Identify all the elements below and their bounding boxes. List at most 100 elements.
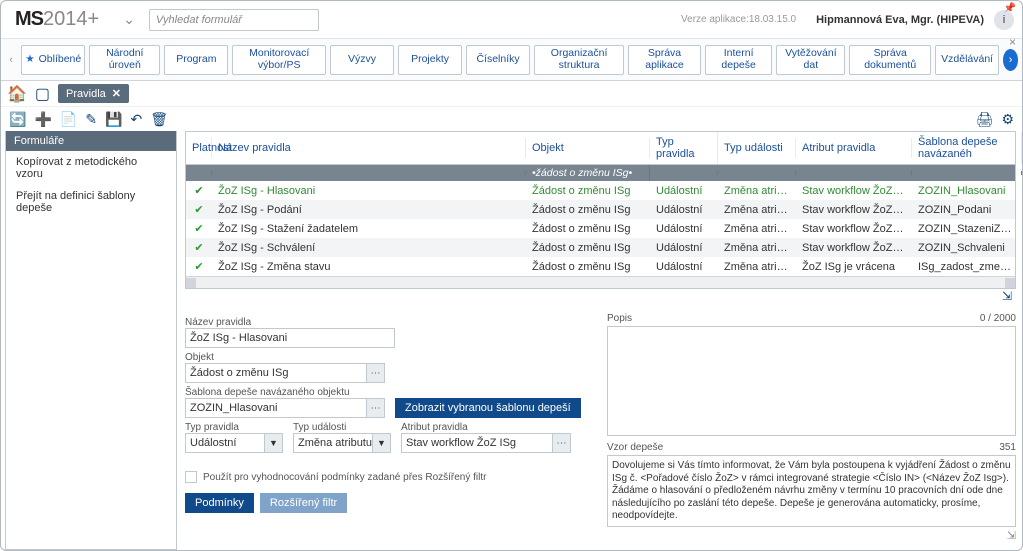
cell-sablona: ZOZIN_Hlasovani (912, 182, 1022, 200)
gear-icon[interactable]: ⚙ (1001, 111, 1014, 128)
expand-down-icon[interactable]: ⇲ (607, 529, 1016, 542)
field-typ-udalosti[interactable]: Změna atributu▼ (293, 433, 391, 453)
save-icon[interactable]: 💾 (105, 111, 122, 128)
app-logo: MS2014+ (15, 8, 99, 31)
sidebar-item-prejit[interactable]: Přejít na definici šablony depeše (6, 185, 176, 219)
grid-header-row: Platnost Název pravidla Objekt Typ pravi… (186, 132, 1015, 165)
field-objekt[interactable]: Žádost o změnu ISg⋯ (185, 363, 385, 383)
grid-body: ✔ŽoZ ISg - HlasovaniŽádost o změnu ISgUd… (186, 181, 1015, 276)
breadcrumb-bar: 🏠 ▢ Pravidla ✕ (1, 81, 1022, 107)
ribbon-tab-program[interactable]: Program (164, 45, 228, 75)
new-doc-icon[interactable]: ▢ (35, 84, 50, 104)
search-input[interactable]: Vyhledat formulář (149, 9, 319, 31)
ribbon-tab-sprava-dokumentu[interactable]: Správa dokumentů (849, 45, 931, 75)
col-nazev[interactable]: Název pravidla (212, 138, 526, 158)
pin-icon[interactable]: 📌 (1004, 3, 1016, 14)
grid-filter-row[interactable]: •žádost o změnu ISg• (186, 165, 1015, 181)
field-vzor-depese[interactable]: Dovolujeme si Vás tímto informovat, že V… (607, 455, 1016, 527)
ribbon-tab-ciselniky[interactable]: Číselníky (466, 45, 530, 75)
ribbon-tab-organizacni[interactable]: Organizační struktura (534, 45, 624, 75)
ribbon-tab-vytezovani[interactable]: Vytěžování dat (776, 45, 845, 75)
ribbon-tab-interni-depese[interactable]: Interní depeše (705, 45, 773, 75)
grid-expand-icon[interactable]: ⇲ (185, 289, 1016, 303)
label-nazev: Název pravidla (185, 317, 595, 328)
grid-horizontal-scrollbar[interactable] (186, 276, 1015, 288)
table-row[interactable]: ✔ŽoZ ISg - SchváleníŽádost o změnu ISgUd… (186, 238, 1015, 257)
undo-icon[interactable]: ↶ (130, 111, 142, 128)
delete-icon[interactable]: 🗑 (150, 111, 168, 128)
field-typ-pravidla[interactable]: Událostní▼ (185, 433, 283, 453)
check-icon: ✔ (186, 200, 212, 219)
filter-objekt[interactable]: •žádost o změnu ISg• (526, 165, 650, 181)
ribbon-nav: ‹ ★Oblíbené Národní úroveň Program Monit… (1, 39, 1022, 81)
label-typ-udalosti: Typ události (293, 422, 391, 433)
print-icon[interactable]: 🖨 (976, 111, 994, 128)
checkbox-label: Použít pro vyhodnocování podmínky zadané… (203, 472, 486, 483)
cell-typ-udalosti: Změna atributu (718, 182, 796, 200)
close-ribbon-icon[interactable]: × (1009, 35, 1016, 49)
edit-icon[interactable]: ✎ (85, 111, 97, 128)
popis-counter: 0 / 2000 (980, 313, 1016, 324)
podminky-button[interactable]: Podmínky (185, 493, 254, 513)
refresh-icon[interactable]: 🔄 (9, 111, 26, 128)
ribbon-tab-sprava-aplikace[interactable]: Správa aplikace (628, 45, 701, 75)
cell-atribut: ŽoZ ISg je vrácena (796, 258, 912, 276)
sidebar-item-kopirovat[interactable]: Kopírovat z metodického vzoru (6, 151, 176, 185)
ribbon-tab-narodni[interactable]: Národní úroveň (89, 45, 160, 75)
table-row[interactable]: ✔ŽoZ ISg - HlasovaniŽádost o změnu ISgUd… (186, 181, 1015, 200)
breadcrumb-tab-pravidla[interactable]: Pravidla ✕ (58, 84, 129, 103)
zobrazit-sablonu-button[interactable]: Zobrazit vybranou šablonu depeší (395, 398, 581, 418)
cell-nazev: ŽoZ ISg - Hlasovani (212, 182, 526, 200)
ribbon-tab-monitorovaci[interactable]: Monitorovací výbor/PS (232, 45, 326, 75)
ribbon-tab-projekty[interactable]: Projekty (398, 45, 462, 75)
table-row[interactable]: ✔ŽoZ ISg - PodáníŽádost o změnu ISgUdálo… (186, 200, 1015, 219)
ribbon-tab-vyzvy[interactable]: Výzvy (330, 45, 394, 75)
check-icon: ✔ (186, 219, 212, 238)
table-row[interactable]: ✔ŽoZ ISg - Změna stavuŽádost o změnu ISg… (186, 257, 1015, 276)
ribbon-scroll-right-icon[interactable]: › (1003, 49, 1018, 71)
cell-nazev: ŽoZ ISg - Změna stavu (212, 258, 526, 276)
cell-typ-pravidla: Událostní (650, 239, 718, 257)
col-atribut[interactable]: Atribut pravidla (796, 138, 912, 158)
col-platnost[interactable]: Platnost (186, 138, 212, 158)
cell-nazev: ŽoZ ISg - Stažení žadatelem (212, 220, 526, 238)
checkbox-icon[interactable] (185, 471, 197, 483)
search-placeholder: Vyhledat formulář (156, 14, 242, 26)
vzor-counter: 351 (999, 442, 1016, 453)
cell-objekt: Žádost o změnu ISg (526, 239, 650, 257)
ribbon-tab-favorites[interactable]: ★Oblíbené (21, 45, 85, 75)
cell-typ-pravidla: Událostní (650, 201, 718, 219)
mini-toolbar: 🔄 ➕ 📄 ✎ 💾 ↶ 🗑 🖨 ⚙ (1, 107, 1022, 131)
field-sablona[interactable]: ZOZIN_Hlasovani⋯ (185, 398, 385, 418)
picker-icon[interactable]: ⋯ (552, 434, 570, 452)
col-typ-pravidla[interactable]: Typ pravidla (650, 132, 718, 164)
chevron-down-icon[interactable]: ▼ (264, 434, 282, 452)
col-sablona[interactable]: Šablona depeše navázanéh (912, 132, 1022, 164)
copy-icon[interactable]: 📄 (60, 111, 77, 128)
picker-icon[interactable]: ⋯ (366, 399, 384, 417)
table-row[interactable]: ✔ŽoZ ISg - Stažení žadatelemŽádost o změ… (186, 219, 1015, 238)
add-icon[interactable]: ➕ (34, 111, 51, 128)
close-tab-icon[interactable]: ✕ (112, 87, 121, 100)
rozsireny-filtr-button[interactable]: Rozšířený filtr (260, 493, 347, 513)
cell-nazev: ŽoZ ISg - Schválení (212, 239, 526, 257)
chevron-down-icon[interactable]: ▼ (372, 434, 390, 452)
cell-typ-udalosti: Změna atributu (718, 239, 796, 257)
logo-ms: MS (15, 8, 43, 31)
cell-objekt: Žádost o změnu ISg (526, 220, 650, 238)
logo-dropdown-icon[interactable]: ⌄ (123, 11, 135, 28)
cell-atribut: Stav workflow ŽoZ ISg (796, 201, 912, 219)
home-icon[interactable]: 🏠 (7, 84, 27, 104)
field-popis[interactable] (607, 326, 1016, 436)
col-typ-udalosti[interactable]: Typ události (718, 138, 796, 158)
checkbox-rozsireny-filtr[interactable]: Použít pro vyhodnocování podmínky zadané… (185, 471, 595, 483)
cell-typ-udalosti: Změna atributu (718, 201, 796, 219)
ribbon-scroll-left-icon[interactable]: ‹ (5, 45, 17, 75)
field-nazev[interactable]: ŽoZ ISg - Hlasovani (185, 328, 395, 348)
ribbon-tab-vzdelavani[interactable]: Vzdělávání (935, 45, 999, 75)
field-atribut[interactable]: Stav workflow ŽoZ ISg⋯ (401, 433, 571, 453)
detail-form: Název pravidla ŽoZ ISg - Hlasovani Objek… (185, 313, 1016, 542)
picker-icon[interactable]: ⋯ (366, 364, 384, 382)
version-label: Verze aplikace:18.03.15.0 (681, 14, 796, 25)
col-objekt[interactable]: Objekt (526, 138, 650, 158)
